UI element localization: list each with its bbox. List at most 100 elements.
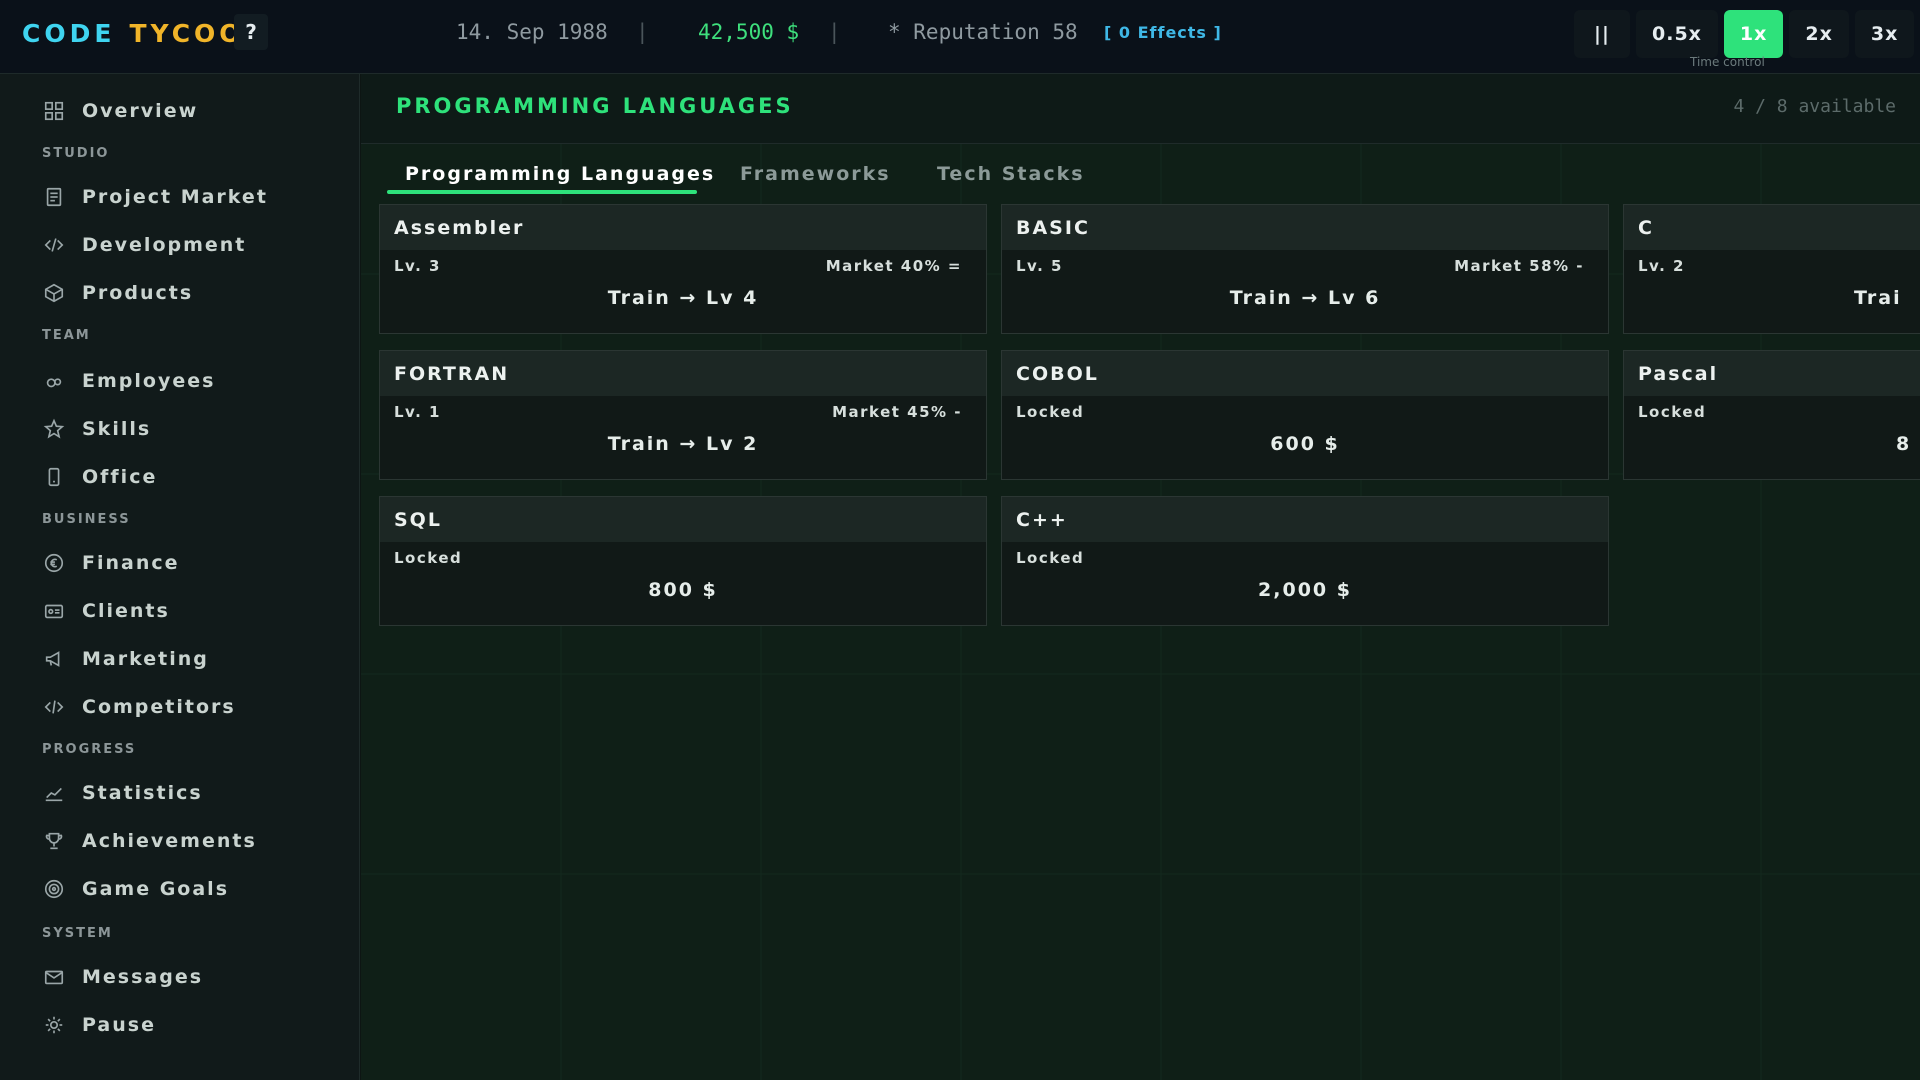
top-bar: CODE TYCOON ? 14. Sep 1988 | 42,500 $ | …: [0, 0, 1920, 74]
sidebar-item-project-market[interactable]: Project Market: [40, 182, 268, 212]
logo-word-code: CODE: [22, 18, 116, 48]
sidebar-item-label: Overview: [82, 100, 199, 122]
reputation-display: * Reputation 58: [888, 20, 1078, 44]
page-header: PROGRAMMING LANGUAGES 4 / 8 available: [361, 74, 1920, 144]
euro-coin-icon: [40, 549, 68, 577]
phone-icon: [40, 463, 68, 491]
card-info-row: Lv. 2: [1638, 257, 1896, 275]
game-date: 14. Sep 1988: [456, 20, 608, 44]
train-button[interactable]: Train → Lv 2: [380, 433, 986, 455]
card-title: C++: [1002, 497, 1608, 542]
target-icon: [40, 875, 68, 903]
card-title: COBOL: [1002, 351, 1608, 396]
card-level: Lv. 1: [394, 403, 441, 421]
sidebar-item-statistics[interactable]: Statistics: [40, 778, 203, 808]
sidebar-item-employees[interactable]: Employees: [40, 366, 215, 396]
train-button[interactable]: Train → Lv 6: [1002, 287, 1608, 309]
sidebar-item-label: Finance: [82, 552, 180, 574]
help-button[interactable]: ?: [234, 14, 268, 50]
card-title: Pascal: [1624, 351, 1920, 396]
money-display: 42,500 $: [698, 20, 800, 44]
game-logo: CODE TYCOON: [22, 16, 269, 50]
card-title: SQL: [380, 497, 986, 542]
card-info-row: Lv. 5 Market 58% -: [1016, 257, 1584, 275]
sidebar-item-competitors[interactable]: Competitors: [40, 692, 236, 722]
sidebar-item-clients[interactable]: Clients: [40, 596, 170, 626]
speed-2x-button[interactable]: 2x: [1789, 10, 1849, 58]
sidebar-item-finance[interactable]: Finance: [40, 548, 180, 578]
sidebar-item-label: Marketing: [82, 648, 209, 670]
sidebar-item-pause[interactable]: Pause: [40, 1010, 156, 1040]
card-level: Lv. 2: [1638, 257, 1685, 275]
language-card-assembler[interactable]: Assembler Lv. 3 Market 40% = Train → Lv …: [379, 204, 987, 334]
section-label-studio: STUDIO: [42, 146, 110, 161]
sidebar-item-label: Project Market: [82, 186, 268, 208]
grid-icon: [40, 97, 68, 125]
stat-separator: |: [636, 20, 649, 44]
card-title: C: [1624, 205, 1920, 250]
sidebar-item-development[interactable]: Development: [40, 230, 246, 260]
train-button[interactable]: Trai: [1854, 287, 1920, 309]
language-card-c[interactable]: C Lv. 2 Trai: [1623, 204, 1920, 334]
unlock-button[interactable]: 8: [1896, 433, 1920, 455]
sidebar-item-label: Achievements: [82, 830, 257, 852]
unlock-button[interactable]: 800 $: [380, 579, 986, 601]
card-info-row: Lv. 3 Market 40% =: [394, 257, 962, 275]
main-panel: PROGRAMMING LANGUAGES 4 / 8 available Pr…: [361, 74, 1920, 1080]
card-status: Locked: [394, 549, 463, 567]
tab-frameworks[interactable]: Frameworks: [740, 148, 891, 200]
gear-icon: [40, 1011, 68, 1039]
sidebar-item-marketing[interactable]: Marketing: [40, 644, 209, 674]
language-card-pascal[interactable]: Pascal Locked 8: [1623, 350, 1920, 480]
sidebar-item-label: Competitors: [82, 696, 236, 718]
language-card-basic[interactable]: BASIC Lv. 5 Market 58% - Train → Lv 6: [1001, 204, 1609, 334]
sidebar-item-label: Pause: [82, 1014, 156, 1036]
speed-0.5x-button[interactable]: 0.5x: [1636, 10, 1718, 58]
unlock-button[interactable]: 2,000 $: [1002, 579, 1608, 601]
stat-separator: |: [828, 20, 841, 44]
people-icon: [40, 367, 68, 395]
star-icon: [40, 415, 68, 443]
sidebar-item-achievements[interactable]: Achievements: [40, 826, 257, 856]
effects-button[interactable]: [ 0 Effects ]: [1104, 23, 1222, 42]
section-label-team: TEAM: [42, 328, 91, 343]
section-label-system: SYSTEM: [42, 926, 113, 941]
sidebar-item-label: Development: [82, 234, 247, 256]
pause-button[interactable]: ||: [1574, 10, 1630, 58]
sidebar-item-messages[interactable]: Messages: [40, 962, 203, 992]
speed-3x-button[interactable]: 3x: [1854, 10, 1915, 58]
language-card-sql[interactable]: SQL Locked 800 $: [379, 496, 987, 626]
card-status: Locked: [1016, 549, 1085, 567]
unlock-button[interactable]: 600 $: [1002, 433, 1608, 455]
sidebar-item-label: Game Goals: [82, 878, 230, 900]
sidebar-item-label: Statistics: [82, 782, 203, 804]
trophy-icon: [40, 827, 68, 855]
chart-line-icon: [40, 779, 68, 807]
sidebar-item-label: Office: [82, 466, 158, 488]
tab-tech-stacks[interactable]: Tech Stacks: [937, 148, 1085, 200]
sidebar-item-products[interactable]: Products: [40, 278, 193, 308]
train-button[interactable]: Train → Lv 4: [380, 287, 986, 309]
card-info-row: Locked: [1638, 403, 1896, 421]
speed-1x-button[interactable]: 1x: [1723, 10, 1784, 58]
megaphone-icon: [40, 645, 68, 673]
id-card-icon: [40, 597, 68, 625]
language-card-fortran[interactable]: FORTRAN Lv. 1 Market 45% - Train → Lv 2: [379, 350, 987, 480]
document-icon: [40, 183, 68, 211]
language-card-cobol[interactable]: COBOL Locked 600 $: [1001, 350, 1609, 480]
sidebar-item-label: Messages: [82, 966, 204, 988]
sidebar-item-overview[interactable]: Overview: [40, 96, 198, 126]
sidebar-item-label: Clients: [82, 600, 170, 622]
card-title: Assembler: [380, 205, 986, 250]
sidebar-item-office[interactable]: Office: [40, 462, 157, 492]
language-card-cpp[interactable]: C++ Locked 2,000 $: [1001, 496, 1609, 626]
card-status: Locked: [1016, 403, 1085, 421]
time-controls: || 0.5x 1x 2x 3x: [1574, 10, 1915, 58]
card-level: Lv. 3: [394, 257, 441, 275]
sidebar-item-skills[interactable]: Skills: [40, 414, 151, 444]
active-tab-indicator: [387, 190, 697, 194]
sidebar: Overview STUDIO Project Market Developme…: [0, 74, 360, 1080]
available-count: 4 / 8 available: [1733, 96, 1896, 117]
sidebar-item-game-goals[interactable]: Game Goals: [40, 874, 229, 904]
card-market: Market 45% -: [832, 403, 962, 421]
